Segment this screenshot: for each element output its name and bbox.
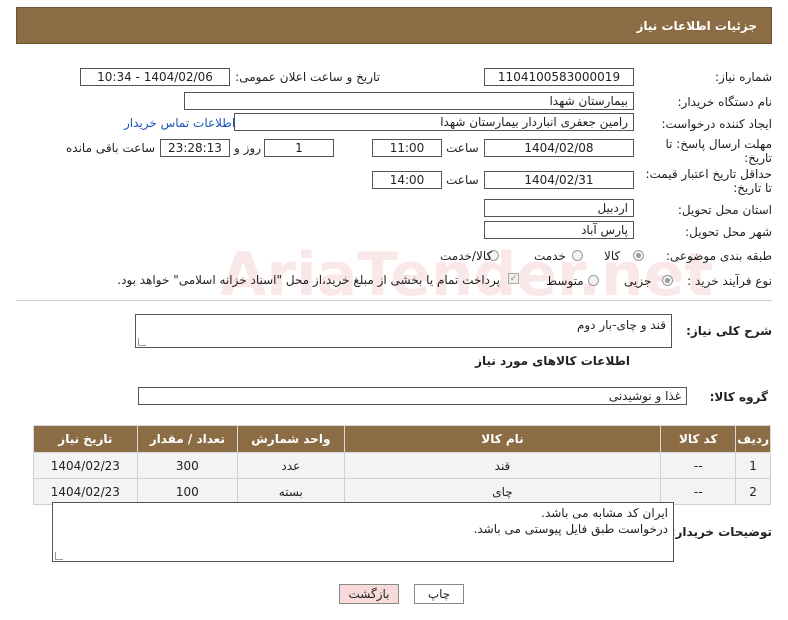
buyer-org-field: بیمارستان شهدا xyxy=(184,92,634,110)
cell-row-number: 2 xyxy=(735,478,771,505)
price-validity-label-1: حداقل تاریخ اعتبار قیمت: xyxy=(645,167,772,181)
page-header: جزئیات اطلاعات نیاز xyxy=(16,7,772,44)
general-desc-text: قند و چای-بار دوم xyxy=(576,318,666,332)
resize-grip-icon[interactable] xyxy=(138,338,146,346)
reply-deadline-time: 11:00 xyxy=(372,139,442,157)
category-radio-service[interactable] xyxy=(572,250,583,261)
treasury-payment-note: پرداخت تمام یا بخشی از مبلغ خرید،از محل … xyxy=(117,273,500,287)
goods-group-field: غذا و نوشیدنی xyxy=(138,387,687,405)
category-option-service: خدمت xyxy=(534,249,566,263)
buyer-notes-label: توضیحات خریدار: xyxy=(670,525,772,539)
general-desc-label: شرح کلی نیاز: xyxy=(686,324,772,338)
goods-group-label: گروه کالا: xyxy=(709,390,768,404)
col-row-number: ردیف xyxy=(735,425,771,453)
province-label: استان محل تحویل: xyxy=(677,203,772,217)
table-row: 1 -- قند عدد 300 1404/02/23 xyxy=(33,452,771,479)
reply-deadline-label-1: مهلت ارسال پاسخ: تا xyxy=(665,137,772,151)
requester-field: رامین جعفری انباردار بیمارستان شهدا xyxy=(234,113,634,131)
need-number-label: شماره نیاز: xyxy=(715,70,772,84)
requester-label: ایجاد کننده درخواست: xyxy=(661,117,772,131)
category-option-goods-service: کالا/خدمت xyxy=(440,249,493,263)
buyer-notes-line-1: ایران کد مشابه می باشد. xyxy=(541,506,668,520)
buyer-org-label: نام دستگاه خریدار: xyxy=(677,95,773,109)
items-table: ردیف کد کالا نام کالا واحد شمارش تعداد /… xyxy=(33,425,771,505)
cell-item-name: چای xyxy=(343,478,662,505)
resize-grip-icon[interactable] xyxy=(55,552,63,560)
process-option-minor: جزیی xyxy=(624,274,652,288)
cell-item-name: قند xyxy=(343,452,662,479)
cell-need-date: 1404/02/23 xyxy=(33,452,138,479)
buyer-notes-textarea[interactable]: ایران کد مشابه می باشد. درخواست طبق فایل… xyxy=(52,502,674,562)
process-type-label: نوع فرآیند خرید : xyxy=(687,274,772,288)
col-item-name: نام کالا xyxy=(343,425,662,453)
col-item-code: کد کالا xyxy=(660,425,737,453)
cell-need-date: 1404/02/23 xyxy=(33,478,138,505)
table-header-row: ردیف کد کالا نام کالا واحد شمارش تعداد /… xyxy=(33,425,771,453)
buyer-contact-link[interactable]: اطلاعات تماس خریدار xyxy=(124,116,235,130)
cell-quantity: 300 xyxy=(136,452,239,479)
announce-datetime-field: 1404/02/06 - 10:34 xyxy=(80,68,230,86)
process-option-medium: متوسط xyxy=(546,274,584,288)
col-quantity: تعداد / مقدار xyxy=(136,425,239,453)
reply-days-label: روز و xyxy=(234,141,261,155)
province-field: اردبیل xyxy=(484,199,634,217)
back-button[interactable]: بازگشت xyxy=(339,584,399,604)
cell-quantity: 100 xyxy=(136,478,239,505)
need-number-field: 1104100583000019 xyxy=(484,68,634,86)
process-radio-medium[interactable] xyxy=(588,275,599,286)
remaining-time-label: ساعت باقی مانده xyxy=(66,141,156,155)
category-radio-goods[interactable] xyxy=(633,250,644,261)
print-button[interactable]: چاپ xyxy=(414,584,464,604)
city-field: پارس آباد xyxy=(484,221,634,239)
price-validity-time-label: ساعت xyxy=(446,173,479,187)
items-section-title: اطلاعات کالاهای مورد نیاز xyxy=(475,354,630,368)
cell-unit: عدد xyxy=(237,452,345,479)
price-validity-label-2: تا تاریخ: xyxy=(733,181,772,195)
general-desc-textarea[interactable]: قند و چای-بار دوم xyxy=(135,314,672,348)
buyer-notes-line-2: درخواست طبق فایل پیوستی می باشد. xyxy=(473,522,668,536)
city-label: شهر محل تحویل: xyxy=(685,225,772,239)
cell-item-code: -- xyxy=(660,478,737,505)
reply-deadline-label-2: تاریخ: xyxy=(744,151,772,165)
section-divider xyxy=(16,300,772,301)
category-option-goods: کالا xyxy=(604,249,621,263)
table-row: 2 -- چای بسته 100 1404/02/23 xyxy=(33,478,771,505)
cell-item-code: -- xyxy=(660,452,737,479)
reply-deadline-date: 1404/02/08 xyxy=(484,139,634,157)
price-validity-time: 14:00 xyxy=(372,171,442,189)
price-validity-date: 1404/02/31 xyxy=(484,171,634,189)
reply-time-label: ساعت xyxy=(446,141,479,155)
col-unit: واحد شمارش xyxy=(237,425,345,453)
category-label: طبقه بندی موضوعی: xyxy=(665,249,772,263)
page-title: جزئیات اطلاعات نیاز xyxy=(636,19,757,33)
col-need-date: تاریخ نیاز xyxy=(33,425,138,453)
announce-datetime-label: تاریخ و ساعت اعلان عمومی: xyxy=(235,70,380,84)
cell-row-number: 1 xyxy=(735,452,771,479)
remaining-time-field: 23:28:13 xyxy=(160,139,230,157)
treasury-checkbox[interactable]: ✓ xyxy=(508,273,519,284)
reply-days-field: 1 xyxy=(264,139,334,157)
cell-unit: بسته xyxy=(237,478,345,505)
process-radio-minor[interactable] xyxy=(662,275,673,286)
